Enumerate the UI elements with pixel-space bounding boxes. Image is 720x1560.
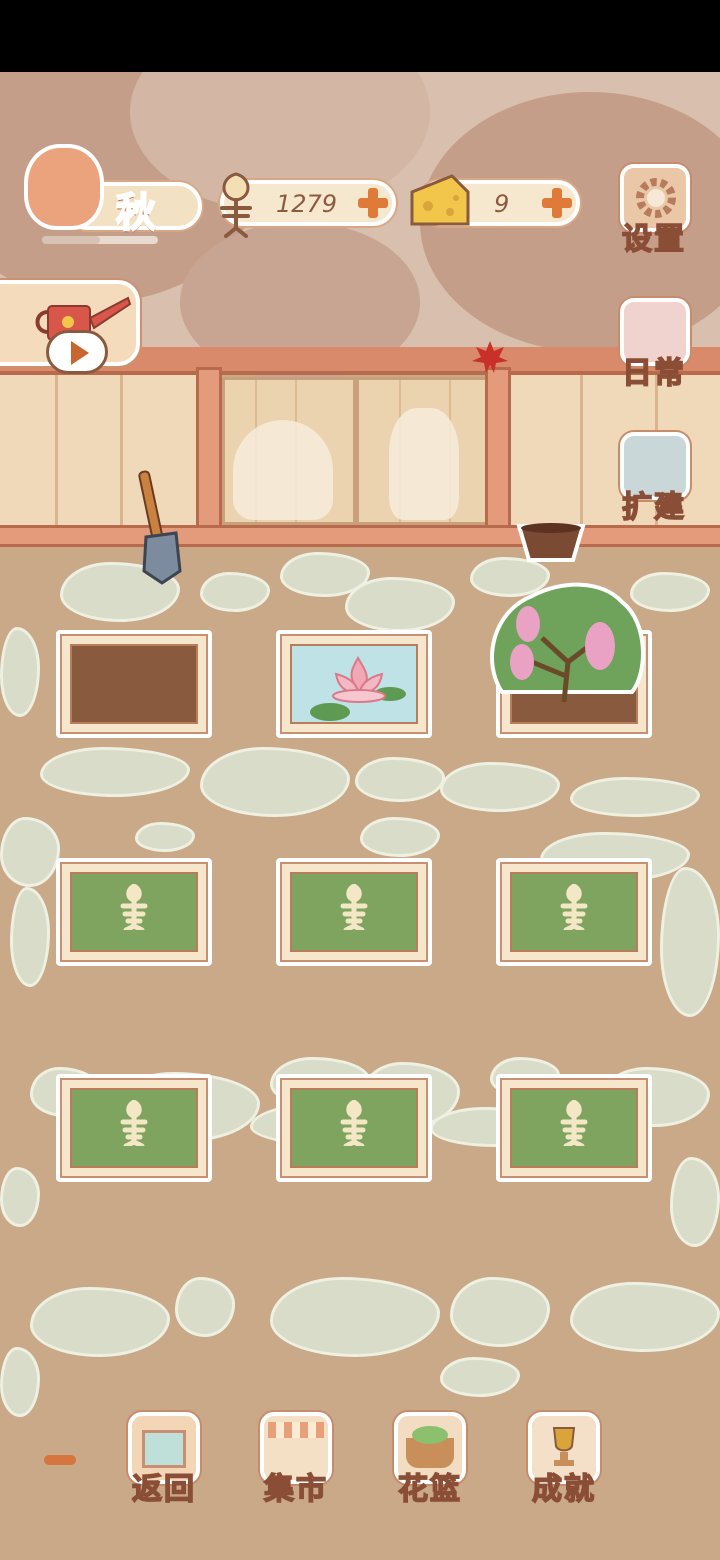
stepping-stone <box>670 1157 720 1247</box>
stepping-stone <box>450 1277 550 1347</box>
fence-line <box>580 375 583 525</box>
cat-silhouette <box>389 408 459 520</box>
flower-pot-icon[interactable] <box>515 520 587 564</box>
maple-leaf-icon <box>472 341 508 373</box>
achievements-label: 成就 <box>531 1471 596 1508</box>
flowering-bush-icon[interactable] <box>482 572 650 712</box>
garden-plot-locked[interactable] <box>276 858 432 966</box>
garden-scene: 秋 1279 9 设置 日常 扩建 返回 集市 花篮 成就 <box>0 72 720 1560</box>
water-lily-icon <box>310 655 406 721</box>
market-button[interactable]: 集市 <box>244 1412 344 1512</box>
gate-panel-right <box>356 377 488 525</box>
garden-plot-locked[interactable] <box>276 1074 432 1182</box>
collapse-menu-button[interactable] <box>44 1455 76 1465</box>
fence-base <box>0 525 720 547</box>
soil-bed <box>70 644 198 724</box>
fishbone-icon <box>340 1100 368 1146</box>
season-label: 秋 <box>115 188 157 237</box>
fishbone-count: 1279 <box>276 190 338 218</box>
basket-label: 花篮 <box>397 1471 462 1508</box>
settings-button[interactable]: 设置 <box>612 164 696 260</box>
play-ad-button[interactable] <box>46 330 108 374</box>
season-progress-bar <box>42 236 158 244</box>
fence-post <box>485 367 511 547</box>
back-label: 返回 <box>131 1471 196 1508</box>
garden-plot-locked[interactable] <box>496 1074 652 1182</box>
stepping-stone <box>570 777 700 817</box>
season-badge[interactable]: 秋 <box>24 144 202 237</box>
expand-label: 扩建 <box>621 489 686 526</box>
daily-label: 日常 <box>621 355 686 392</box>
shovel-icon[interactable] <box>132 467 192 587</box>
back-button[interactable]: 返回 <box>112 1412 212 1512</box>
add-cheese-button[interactable] <box>540 186 574 220</box>
stepping-stone <box>355 757 445 802</box>
cheese-icon <box>410 174 470 226</box>
stall-awning <box>268 1422 324 1438</box>
gate-panel-left <box>222 377 356 525</box>
stepping-stone <box>360 817 440 857</box>
stepping-stone <box>30 1287 170 1357</box>
fence-post <box>196 367 222 547</box>
trophy-shape <box>552 1427 576 1466</box>
stepping-stone <box>660 867 720 1017</box>
fishbone-icon <box>340 884 368 930</box>
stepping-stone <box>440 1357 520 1397</box>
autumn-tree-icon <box>24 144 104 230</box>
garden-plot-empty[interactable] <box>56 630 212 738</box>
fishbone-icon <box>120 884 148 930</box>
basket-flowers <box>412 1426 448 1444</box>
stepping-stone <box>200 747 350 817</box>
stepping-stone <box>0 817 60 887</box>
stepping-stone <box>10 887 50 987</box>
fence-line <box>55 375 58 525</box>
play-icon <box>71 341 89 365</box>
stepping-stone <box>270 1277 440 1357</box>
fishbone-icon <box>120 1100 148 1146</box>
stepping-stone <box>200 572 270 612</box>
stepping-stone <box>0 1167 40 1227</box>
status-bar <box>0 0 720 72</box>
stepping-stone <box>440 762 560 812</box>
fence-line <box>120 375 123 525</box>
stepping-stone <box>175 1277 235 1337</box>
stepping-stone <box>0 627 40 717</box>
garden-plot-water-lily[interactable] <box>276 630 432 738</box>
stepping-stone <box>40 747 190 797</box>
expand-button[interactable]: 扩建 <box>612 432 696 528</box>
daily-button[interactable]: 日常 <box>612 298 696 394</box>
stepping-stone <box>0 1347 40 1417</box>
mouse-silhouette <box>233 420 333 520</box>
season-progress-fill <box>42 236 100 244</box>
window-view <box>142 1430 186 1468</box>
settings-label: 设置 <box>621 221 686 258</box>
garden-plot-locked[interactable] <box>496 858 652 966</box>
basket-button[interactable]: 花篮 <box>378 1412 478 1512</box>
stepping-stone <box>135 822 195 852</box>
fishbone-icon <box>560 884 588 930</box>
add-fishbone-button[interactable] <box>356 186 390 220</box>
fishbone-icon <box>560 1100 588 1146</box>
achievements-button[interactable]: 成就 <box>512 1412 612 1512</box>
garden-plot-locked[interactable] <box>56 1074 212 1182</box>
garden-plot-locked[interactable] <box>56 858 212 966</box>
stepping-stone <box>345 577 455 632</box>
fishbone-icon <box>220 172 252 238</box>
market-label: 集市 <box>263 1471 328 1508</box>
cheese-count: 9 <box>494 190 510 218</box>
stepping-stone <box>570 1282 720 1352</box>
